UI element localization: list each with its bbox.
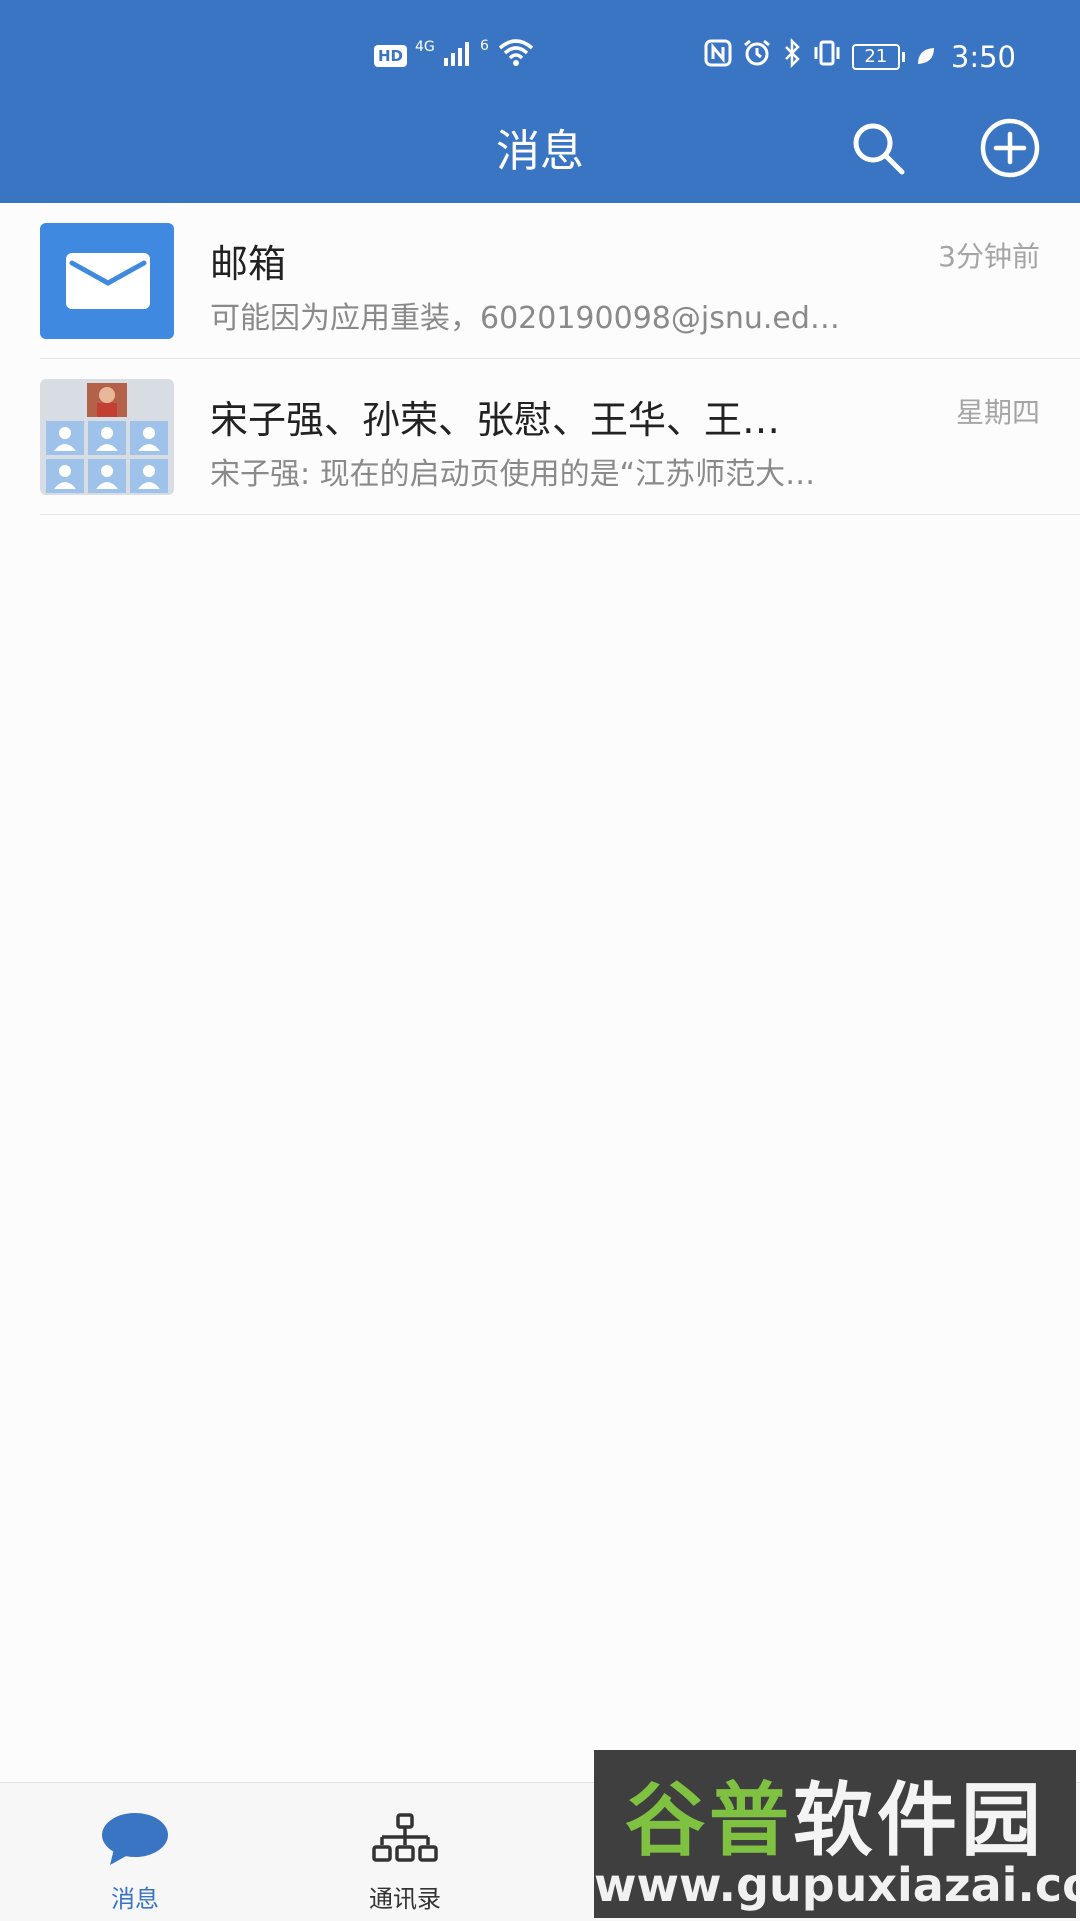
search-button[interactable] [848, 118, 908, 178]
watermark-url: www.gupuxiazai.com [594, 1858, 1076, 1912]
conversation-title: 邮箱 [210, 242, 287, 286]
mail-icon [66, 253, 150, 309]
app-header: HD 4G 6 21 3:50 消息 [0, 0, 1080, 203]
hd-badge: HD [374, 44, 408, 67]
conversation-row-content: 邮箱 可能因为应用重装，6020190098@jsnu.ed… 3分钟前 [0, 203, 1080, 358]
conversation-time: 星期四 [955, 396, 1040, 429]
eco-leaf-icon [915, 40, 937, 74]
battery-icon: 21 [851, 43, 905, 70]
vibrate-icon [812, 38, 842, 75]
wifi-icon: 6 [480, 38, 534, 73]
alarm-icon [742, 38, 772, 75]
nfc-icon [704, 39, 732, 74]
wifi-badge-label: 6 [480, 38, 489, 54]
status-bar: HD 4G 6 21 3:50 [0, 30, 1080, 78]
conversation-row-mailbox[interactable]: 邮箱 可能因为应用重装，6020190098@jsnu.ed… 3分钟前 [40, 203, 1080, 359]
conversation-title: 宋子强、孙荣、张慰、王华、王… [210, 398, 781, 442]
tab-contacts[interactable]: 通讯录 [270, 1783, 540, 1921]
network-type-label: 4G [415, 38, 435, 55]
group-avatar [40, 379, 174, 495]
status-clock: 3:50 [950, 39, 1016, 74]
watermark-logo: 谷普软件园 www.gupuxiazai.com [594, 1750, 1076, 1918]
tab-label: 消息 [111, 1885, 159, 1913]
cellular-signal-icon: 4G [415, 39, 472, 73]
org-chart-icon [372, 1813, 438, 1862]
add-button[interactable] [980, 118, 1040, 178]
group-members-icon [46, 383, 168, 493]
conversation-time: 3分钟前 [938, 240, 1040, 273]
page-title: 消息 [496, 126, 584, 177]
chat-bubble-icon [102, 1813, 168, 1865]
status-left: HD 4G 6 [374, 38, 534, 73]
tab-label: 通讯录 [369, 1885, 441, 1913]
bluetooth-icon [782, 37, 802, 75]
battery-level: 21 [851, 43, 900, 70]
conversation-row-content: 宋子强、孙荣、张慰、王华、王… 宋子强: 现在的启动页使用的是“江苏师范大… 星… [0, 359, 1080, 514]
conversation-row-group[interactable]: 宋子强、孙荣、张慰、王华、王… 宋子强: 现在的启动页使用的是“江苏师范大… 星… [40, 359, 1080, 515]
plus-circle-icon [980, 118, 1040, 178]
conversation-list: 邮箱 可能因为应用重装，6020190098@jsnu.ed… 3分钟前 宋子强… [0, 203, 1080, 515]
watermark-brand: 谷普软件园 [594, 1756, 1076, 1872]
search-icon [853, 123, 905, 175]
conversation-preview: 宋子强: 现在的启动页使用的是“江苏师范大… [210, 457, 816, 492]
status-right: 21 3:50 [704, 37, 1016, 75]
tab-messages[interactable]: 消息 [0, 1783, 270, 1921]
conversation-preview: 可能因为应用重装，6020190098@jsnu.ed… [210, 301, 840, 336]
mail-avatar [40, 223, 174, 339]
watermark-brand-part2: 软件园 [793, 1774, 1045, 1867]
watermark-brand-part1: 谷普 [625, 1774, 793, 1867]
